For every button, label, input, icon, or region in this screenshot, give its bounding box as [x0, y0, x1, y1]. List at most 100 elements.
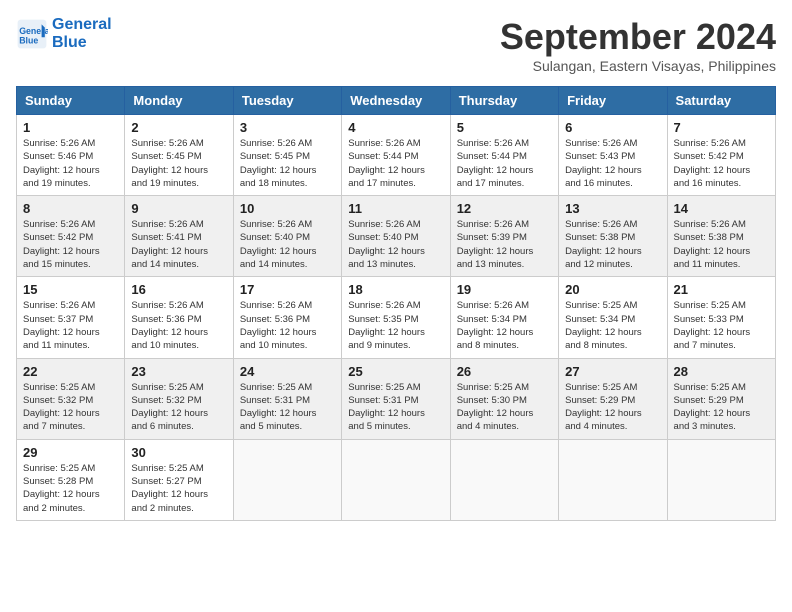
day-number: 28 [674, 364, 769, 379]
day-info: Sunrise: 5:26 AMSunset: 5:39 PMDaylight:… [457, 218, 552, 271]
table-cell: 20 Sunrise: 5:25 AMSunset: 5:34 PMDayligh… [559, 277, 667, 358]
day-number: 11 [348, 201, 443, 216]
day-info: Sunrise: 5:25 AMSunset: 5:32 PMDaylight:… [23, 381, 118, 434]
table-cell: 3 Sunrise: 5:26 AMSunset: 5:45 PMDaylight… [233, 115, 341, 196]
table-cell: 14 Sunrise: 5:26 AMSunset: 5:38 PMDayligh… [667, 196, 775, 277]
col-wednesday: Wednesday [342, 87, 450, 115]
calendar-table: Sunday Monday Tuesday Wednesday Thursday… [16, 86, 776, 521]
logo-text-blue: Blue [52, 34, 112, 52]
day-info: Sunrise: 5:26 AMSunset: 5:45 PMDaylight:… [240, 137, 335, 190]
col-saturday: Saturday [667, 87, 775, 115]
table-cell: 9 Sunrise: 5:26 AMSunset: 5:41 PMDaylight… [125, 196, 233, 277]
table-cell [667, 439, 775, 520]
table-cell: 6 Sunrise: 5:26 AMSunset: 5:43 PMDaylight… [559, 115, 667, 196]
svg-text:Blue: Blue [19, 35, 38, 45]
calendar-row: 15 Sunrise: 5:26 AMSunset: 5:37 PMDayligh… [17, 277, 776, 358]
day-info: Sunrise: 5:25 AMSunset: 5:28 PMDaylight:… [23, 462, 118, 515]
day-number: 15 [23, 282, 118, 297]
day-number: 21 [674, 282, 769, 297]
col-monday: Monday [125, 87, 233, 115]
day-number: 14 [674, 201, 769, 216]
day-info: Sunrise: 5:26 AMSunset: 5:41 PMDaylight:… [131, 218, 226, 271]
day-number: 12 [457, 201, 552, 216]
day-number: 6 [565, 120, 660, 135]
day-info: Sunrise: 5:26 AMSunset: 5:45 PMDaylight:… [131, 137, 226, 190]
day-info: Sunrise: 5:26 AMSunset: 5:43 PMDaylight:… [565, 137, 660, 190]
calendar-header-row: Sunday Monday Tuesday Wednesday Thursday… [17, 87, 776, 115]
day-number: 19 [457, 282, 552, 297]
table-cell: 5Sunrise: 5:26 AMSunset: 5:44 PMDaylight… [450, 115, 558, 196]
table-cell: 18Sunrise: 5:26 AMSunset: 5:35 PMDayligh… [342, 277, 450, 358]
table-cell: 13 Sunrise: 5:26 AMSunset: 5:38 PMDayligh… [559, 196, 667, 277]
day-info: Sunrise: 5:26 AMSunset: 5:38 PMDaylight:… [674, 218, 769, 271]
day-info: Sunrise: 5:26 AMSunset: 5:42 PMDaylight:… [23, 218, 118, 271]
day-info: Sunrise: 5:25 AMSunset: 5:29 PMDaylight:… [674, 381, 769, 434]
table-cell: 15 Sunrise: 5:26 AMSunset: 5:37 PMDayligh… [17, 277, 125, 358]
day-number: 23 [131, 364, 226, 379]
table-cell: 23 Sunrise: 5:25 AMSunset: 5:32 PMDayligh… [125, 358, 233, 439]
table-cell: 8 Sunrise: 5:26 AMSunset: 5:42 PMDaylight… [17, 196, 125, 277]
day-number: 30 [131, 445, 226, 460]
day-info: Sunrise: 5:25 AMSunset: 5:33 PMDaylight:… [674, 299, 769, 352]
day-info: Sunrise: 5:25 AMSunset: 5:29 PMDaylight:… [565, 381, 660, 434]
day-info: Sunrise: 5:26 AMSunset: 5:44 PMDaylight:… [348, 137, 443, 190]
day-info: Sunrise: 5:26 AMSunset: 5:44 PMDaylight:… [457, 137, 552, 190]
day-info: Sunrise: 5:26 AMSunset: 5:38 PMDaylight:… [565, 218, 660, 271]
table-cell: 16 Sunrise: 5:26 AMSunset: 5:36 PMDayligh… [125, 277, 233, 358]
day-number: 10 [240, 201, 335, 216]
day-number: 3 [240, 120, 335, 135]
table-cell: 26 Sunrise: 5:25 AMSunset: 5:30 PMDayligh… [450, 358, 558, 439]
day-info: Sunrise: 5:25 AMSunset: 5:27 PMDaylight:… [131, 462, 226, 515]
table-cell: 7 Sunrise: 5:26 AMSunset: 5:42 PMDaylight… [667, 115, 775, 196]
col-sunday: Sunday [17, 87, 125, 115]
day-info: Sunrise: 5:26 AMSunset: 5:34 PMDaylight:… [457, 299, 552, 352]
day-number: 4 [348, 120, 443, 135]
calendar-row: 29 Sunrise: 5:25 AMSunset: 5:28 PMDayligh… [17, 439, 776, 520]
title-area: September 2024 Sulangan, Eastern Visayas… [500, 16, 776, 74]
day-info: Sunrise: 5:25 AMSunset: 5:31 PMDaylight:… [240, 381, 335, 434]
day-number: 13 [565, 201, 660, 216]
logo: General Blue General Blue [16, 16, 112, 51]
calendar-row: 1Sunrise: 5:26 AMSunset: 5:46 PMDaylight… [17, 115, 776, 196]
day-number: 20 [565, 282, 660, 297]
day-number: 24 [240, 364, 335, 379]
day-number: 26 [457, 364, 552, 379]
day-info: Sunrise: 5:25 AMSunset: 5:32 PMDaylight:… [131, 381, 226, 434]
logo-icon: General Blue [16, 18, 48, 50]
day-info: Sunrise: 5:25 AMSunset: 5:34 PMDaylight:… [565, 299, 660, 352]
table-cell [450, 439, 558, 520]
table-cell: 28 Sunrise: 5:25 AMSunset: 5:29 PMDayligh… [667, 358, 775, 439]
table-cell: 1Sunrise: 5:26 AMSunset: 5:46 PMDaylight… [17, 115, 125, 196]
table-cell: 11 Sunrise: 5:26 AMSunset: 5:40 PMDayligh… [342, 196, 450, 277]
table-cell: 17 Sunrise: 5:26 AMSunset: 5:36 PMDayligh… [233, 277, 341, 358]
day-number: 17 [240, 282, 335, 297]
table-cell [342, 439, 450, 520]
day-info: Sunrise: 5:26 AMSunset: 5:36 PMDaylight:… [131, 299, 226, 352]
day-number: 7 [674, 120, 769, 135]
day-info: Sunrise: 5:26 AMSunset: 5:40 PMDaylight:… [348, 218, 443, 271]
day-number: 8 [23, 201, 118, 216]
logo-text-general: General [52, 16, 112, 34]
col-tuesday: Tuesday [233, 87, 341, 115]
day-number: 1 [23, 120, 118, 135]
table-cell: 19 Sunrise: 5:26 AMSunset: 5:34 PMDayligh… [450, 277, 558, 358]
table-cell: 2Sunrise: 5:26 AMSunset: 5:45 PMDaylight… [125, 115, 233, 196]
day-number: 22 [23, 364, 118, 379]
table-cell: 24 Sunrise: 5:25 AMSunset: 5:31 PMDayligh… [233, 358, 341, 439]
day-number: 29 [23, 445, 118, 460]
day-number: 16 [131, 282, 226, 297]
calendar-row: 22 Sunrise: 5:25 AMSunset: 5:32 PMDayligh… [17, 358, 776, 439]
day-number: 27 [565, 364, 660, 379]
table-cell: 12 Sunrise: 5:26 AMSunset: 5:39 PMDayligh… [450, 196, 558, 277]
day-info: Sunrise: 5:26 AMSunset: 5:36 PMDaylight:… [240, 299, 335, 352]
table-cell: 10Sunrise: 5:26 AMSunset: 5:40 PMDayligh… [233, 196, 341, 277]
day-info: Sunrise: 5:25 AMSunset: 5:30 PMDaylight:… [457, 381, 552, 434]
col-thursday: Thursday [450, 87, 558, 115]
day-info: Sunrise: 5:25 AMSunset: 5:31 PMDaylight:… [348, 381, 443, 434]
day-info: Sunrise: 5:26 AMSunset: 5:42 PMDaylight:… [674, 137, 769, 190]
table-cell: 25Sunrise: 5:25 AMSunset: 5:31 PMDayligh… [342, 358, 450, 439]
page-header: General Blue General Blue September 2024… [16, 16, 776, 74]
day-number: 9 [131, 201, 226, 216]
day-info: Sunrise: 5:26 AMSunset: 5:37 PMDaylight:… [23, 299, 118, 352]
table-cell: 4 Sunrise: 5:26 AMSunset: 5:44 PMDaylight… [342, 115, 450, 196]
